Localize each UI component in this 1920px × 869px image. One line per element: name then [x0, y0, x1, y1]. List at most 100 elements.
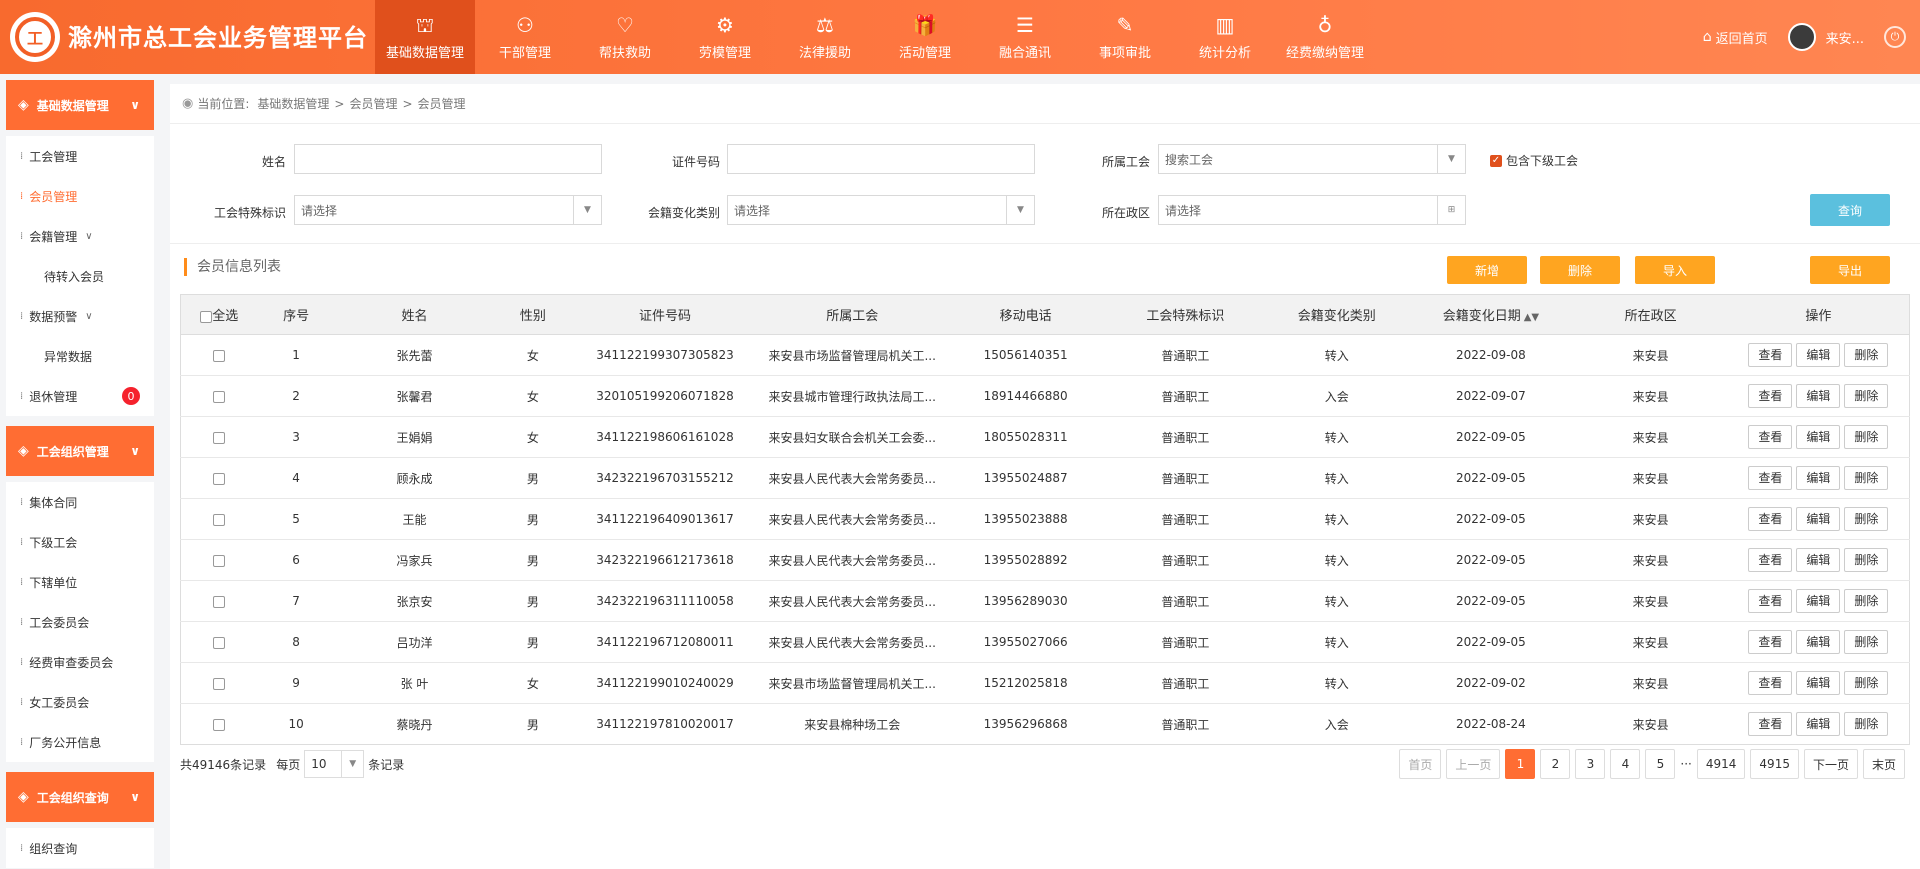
delete-row-button[interactable]: 删除 [1844, 343, 1889, 367]
page-number-button[interactable]: 1 [1505, 749, 1536, 779]
sidebar-item[interactable]: ⁞ 会籍管理 ∨ [6, 216, 154, 256]
edit-button[interactable]: 编辑 [1796, 384, 1841, 408]
row-select-cell[interactable] [181, 704, 258, 745]
nav-item[interactable]: 🎁 活动管理 [875, 0, 975, 74]
sidebar-group-header[interactable]: ◈ 工会组织查询 ∨ [6, 772, 154, 822]
row-checkbox[interactable] [213, 472, 226, 485]
page-number-button[interactable]: 4914 [1696, 749, 1746, 779]
chevron-down-icon[interactable]: ▼ [1006, 196, 1034, 224]
include-sub-checkbox[interactable]: ✓ 包含下级工会 [1490, 152, 1578, 169]
user-name[interactable]: 来安... [1826, 28, 1864, 47]
page-size-select[interactable]: 10 ▼ [304, 750, 365, 778]
sort-icon[interactable]: ▲▼ [1524, 312, 1539, 323]
delete-row-button[interactable]: 删除 [1844, 507, 1889, 531]
row-checkbox[interactable] [213, 349, 226, 362]
add-button[interactable]: 新增 [1447, 256, 1527, 284]
page-number-button[interactable]: 3 [1575, 749, 1606, 779]
delete-row-button[interactable]: 删除 [1844, 466, 1889, 490]
tree-icon[interactable]: ⊞ [1437, 196, 1465, 224]
page-number-button[interactable]: 5 [1645, 749, 1676, 779]
row-checkbox[interactable] [213, 513, 226, 526]
breadcrumb-item[interactable]: 基础数据管理 [257, 95, 329, 112]
row-checkbox[interactable] [213, 718, 226, 731]
view-button[interactable]: 查看 [1748, 630, 1793, 654]
view-button[interactable]: 查看 [1748, 712, 1793, 736]
home-link[interactable]: ⌂ 返回首页 [1703, 28, 1768, 47]
nav-item[interactable]: ♡ 帮扶救助 [575, 0, 675, 74]
delete-row-button[interactable]: 删除 [1844, 548, 1889, 572]
page-number-button[interactable]: 2 [1540, 749, 1571, 779]
sidebar-item[interactable]: ⁞ 厂务公开信息 [6, 722, 154, 762]
sidebar-item[interactable]: ⁞ 工会委员会 [6, 602, 154, 642]
nav-item[interactable]: ⚙ 劳模管理 [675, 0, 775, 74]
next-page-button[interactable]: 下一页 [1803, 749, 1858, 779]
view-button[interactable]: 查看 [1748, 548, 1793, 572]
sidebar-item[interactable]: 待转入会员 [6, 256, 154, 296]
special-mark-select[interactable]: 请选择 ▼ [294, 195, 602, 225]
edit-button[interactable]: 编辑 [1796, 425, 1841, 449]
prev-page-button[interactable]: 上一页 [1446, 749, 1501, 779]
page-number-button[interactable]: 4915 [1750, 749, 1799, 779]
edit-button[interactable]: 编辑 [1796, 712, 1841, 736]
edit-button[interactable]: 编辑 [1796, 671, 1841, 695]
sidebar-item[interactable]: ⁞ 下辖单位 [6, 562, 154, 602]
delete-row-button[interactable]: 删除 [1844, 425, 1889, 449]
sidebar-item[interactable]: ⁞ 集体合同 [6, 482, 154, 522]
nav-item[interactable]: ☰ 融合通讯 [975, 0, 1075, 74]
select-all-checkbox[interactable] [200, 310, 213, 323]
last-page-button[interactable]: 末页 [1862, 749, 1905, 779]
row-checkbox[interactable] [213, 554, 226, 567]
nav-item[interactable]: ▥ 统计分析 [1175, 0, 1275, 74]
delete-button[interactable]: 删除 [1540, 256, 1620, 284]
first-page-button[interactable]: 首页 [1399, 749, 1442, 779]
view-button[interactable]: 查看 [1748, 384, 1793, 408]
sidebar-item[interactable]: ⁞ 退休管理 0 [6, 376, 154, 416]
chevron-down-icon[interactable]: ▼ [1437, 145, 1465, 173]
export-button[interactable]: 导出 [1810, 256, 1890, 284]
row-select-cell[interactable] [180, 375, 258, 417]
delete-row-button[interactable]: 删除 [1844, 712, 1889, 736]
sidebar-item[interactable]: ⁞ 组织查询 [6, 828, 154, 868]
edit-button[interactable]: 编辑 [1796, 630, 1841, 654]
row-select-cell[interactable] [180, 580, 258, 622]
sidebar-item[interactable]: ⁞ 女工委员会 [6, 682, 154, 722]
sidebar-group-header[interactable]: ◈ 工会组织管理 ∨ [6, 426, 154, 476]
nav-item[interactable]: ⛫ 基础数据管理 [375, 0, 475, 74]
view-button[interactable]: 查看 [1748, 425, 1793, 449]
chevron-down-icon[interactable]: ▼ [341, 751, 363, 777]
row-checkbox[interactable] [213, 595, 226, 608]
chevron-down-icon[interactable]: ▼ [573, 196, 601, 224]
row-checkbox[interactable] [213, 390, 226, 403]
delete-row-button[interactable]: 删除 [1844, 589, 1889, 613]
row-select-cell[interactable] [180, 621, 258, 663]
row-select-cell[interactable] [180, 539, 258, 581]
query-button[interactable]: 查询 [1810, 194, 1890, 226]
edit-button[interactable]: 编辑 [1796, 343, 1841, 367]
sidebar-item[interactable]: ⁞ 下级工会 [6, 522, 154, 562]
union-select[interactable]: 搜索工会 ▼ [1158, 144, 1466, 174]
edit-button[interactable]: 编辑 [1796, 507, 1841, 531]
import-button[interactable]: 导入 [1635, 256, 1715, 284]
delete-row-button[interactable]: 删除 [1844, 384, 1889, 408]
edit-button[interactable]: 编辑 [1796, 548, 1841, 572]
sidebar-item[interactable]: ⁞ 经费审查委员会 [6, 642, 154, 682]
breadcrumb-item[interactable]: 会员管理 [349, 95, 397, 112]
delete-row-button[interactable]: 删除 [1844, 671, 1889, 695]
sidebar-item[interactable]: ⁞ 会员管理 [6, 176, 154, 216]
sidebar-item[interactable]: 异常数据 [6, 336, 154, 376]
avatar[interactable] [1787, 23, 1816, 51]
column-header[interactable]: 会籍变化日期 ▲▼ [1408, 294, 1574, 335]
change-type-select[interactable]: 请选择 ▼ [727, 195, 1035, 225]
row-select-cell[interactable] [180, 416, 258, 458]
edit-button[interactable]: 编辑 [1796, 466, 1841, 490]
view-button[interactable]: 查看 [1748, 507, 1793, 531]
view-button[interactable]: 查看 [1748, 343, 1793, 367]
nav-item[interactable]: ⚖ 法律援助 [775, 0, 875, 74]
row-select-cell[interactable] [180, 662, 258, 704]
delete-row-button[interactable]: 删除 [1844, 630, 1889, 654]
view-button[interactable]: 查看 [1748, 589, 1793, 613]
id-number-input[interactable] [727, 144, 1035, 174]
sidebar-group-header[interactable]: ◈ 基础数据管理 ∨ [6, 80, 154, 130]
view-button[interactable]: 查看 [1748, 671, 1793, 695]
row-checkbox[interactable] [213, 677, 226, 690]
